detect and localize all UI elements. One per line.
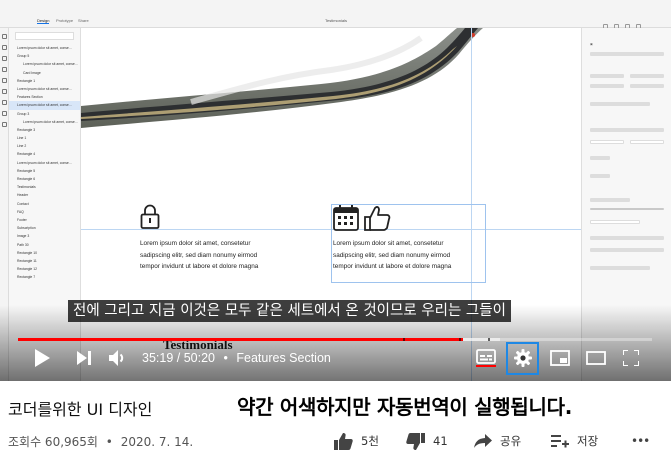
theater-icon (586, 351, 606, 365)
share-button[interactable]: 공유 (474, 430, 521, 452)
miniplayer-button[interactable] (546, 344, 574, 372)
feature-line: Lorem ipsum dolor sit amet, consetetur (140, 240, 251, 247)
fullscreen-button[interactable] (617, 344, 645, 372)
promo-overlay-text: 약간 어색하지만 자동번역이 실행됩니다. (237, 395, 572, 419)
volume-button[interactable] (104, 344, 132, 372)
thumbs-up-icon (334, 432, 353, 450)
layer-item[interactable]: Rectangle 11 (9, 257, 80, 265)
youtube-watch-page: Design Prototype Share Testimonials Lore… (0, 0, 671, 452)
layer-item[interactable]: Card Image (9, 69, 80, 77)
duration: 50:20 (183, 351, 215, 365)
video-meta: 조회수 60,965회 • 2020. 7. 14. (8, 433, 193, 450)
view-count: 조회수 60,965회 (8, 435, 98, 449)
chapter-marker (403, 338, 405, 341)
editor-toolbar-icons (597, 16, 657, 29)
theater-mode-button[interactable] (582, 344, 610, 372)
progress-bar[interactable] (18, 338, 652, 341)
play-icon (35, 349, 50, 367)
chapter-title[interactable]: Features Section (236, 351, 331, 365)
layer-item[interactable]: Rectangle 6 (9, 175, 80, 183)
chapter-marker (488, 338, 490, 341)
dislike-button[interactable]: 41 (406, 430, 448, 452)
chapter-marker (459, 338, 461, 341)
volume-icon (109, 350, 124, 366)
road-image (81, 28, 581, 128)
layer-item[interactable]: Path 30 (9, 241, 80, 249)
layer-item[interactable]: Header (9, 191, 80, 199)
feature-line: tempor invidunt ut labore et dolore magn… (140, 263, 259, 270)
layer-item[interactable]: Rectangle 12 (9, 265, 80, 273)
skip-next-icon (77, 351, 91, 365)
thumbs-down-icon (406, 432, 425, 450)
share-label: 공유 (500, 434, 522, 448)
tab-prototype: Prototype (56, 18, 74, 23)
caption-text: 전에 그리고 지금 이것은 모두 같은 세트에서 온 것이므로 우리는 그들이 (68, 300, 511, 322)
feature-line: sadipscing elitr, sed diam nonumy eirmod (140, 251, 258, 259)
tab-design: Design (37, 18, 50, 24)
played-bar (18, 338, 463, 341)
layer-item[interactable]: Lorem ipsum dolor sit amet, conse... (9, 44, 80, 52)
chapter-separator: • (223, 351, 228, 365)
fullscreen-icon (623, 350, 639, 366)
feature-line: sadipscing elitr, sed diam nonumy eirmod (333, 251, 451, 259)
video-player[interactable]: Design Prototype Share Testimonials Lore… (0, 0, 671, 381)
play-button[interactable] (28, 344, 56, 372)
document-title: Testimonials (325, 18, 348, 23)
layer-item[interactable]: Features Section (9, 93, 80, 101)
layer-item[interactable]: Image 3 (9, 232, 80, 240)
more-actions-button[interactable]: ••• (631, 430, 650, 452)
layer-item[interactable]: Testimonials (9, 183, 80, 191)
layer-item[interactable]: Group 3 (9, 110, 80, 118)
layer-item[interactable]: Rectangle 3 (9, 126, 80, 134)
feature-description: Lorem ipsum dolor sit amet, consetetur s… (333, 238, 451, 273)
layer-item[interactable]: Footer (9, 216, 80, 224)
miniplayer-icon (550, 350, 570, 366)
save-button[interactable]: 저장 (551, 430, 598, 452)
calendar-thumbs-up-icon (333, 205, 391, 231)
subtitles-button[interactable] (472, 344, 500, 372)
layer-item[interactable]: Rectangle 4 (9, 150, 80, 158)
meta-separator: • (105, 435, 113, 449)
layer-item[interactable]: Subscription (9, 224, 80, 232)
layer-item[interactable]: Contact (9, 200, 80, 208)
upload-date: 2020. 7. 14. (120, 435, 194, 449)
layer-item[interactable]: Rectangle 10 (9, 249, 80, 257)
dislike-count: 41 (433, 434, 448, 448)
prop-label: ▣ (590, 42, 594, 46)
closed-captions-icon (476, 349, 496, 367)
video-title: 코더를위한 UI 디자인 (8, 400, 153, 419)
more-icon: ••• (631, 434, 650, 448)
layer-item[interactable]: Lorem ipsum dolor sit amet, conse... (9, 60, 80, 68)
current-time: 35:19 (142, 351, 174, 365)
layer-item[interactable]: Rectangle 7 (9, 273, 80, 281)
layer-item[interactable]: FAQ (9, 208, 80, 216)
editor-top-bar: Design Prototype Share Testimonials (0, 0, 671, 29)
feature-line: Lorem ipsum dolor sit amet, consetetur (333, 240, 444, 247)
settings-button[interactable] (509, 344, 537, 372)
lock-icon (140, 204, 160, 229)
layer-item[interactable]: Group 5 (9, 52, 80, 60)
layer-item[interactable]: Rectangle 1 (9, 77, 80, 85)
feature-line: tempor invidunt ut labore et dolore magn… (333, 263, 452, 270)
layer-item[interactable]: Line 1 (9, 134, 80, 142)
like-button[interactable]: 5천 (334, 430, 379, 452)
feature-description: Lorem ipsum dolor sit amet, consetetur s… (140, 238, 258, 273)
next-button[interactable] (70, 344, 98, 372)
layer-item[interactable]: Lorem ipsum dolor sit amet, conse... (9, 159, 80, 167)
like-count: 5천 (361, 434, 379, 448)
layer-item[interactable]: Rectangle 5 (9, 167, 80, 175)
tab-share: Share (78, 18, 89, 23)
playlist-add-icon (551, 435, 569, 448)
share-icon (474, 434, 492, 448)
gear-icon (514, 349, 532, 367)
time-display: 35:19 / 50:20 • Features Section (142, 351, 331, 365)
layer-item[interactable]: Lorem ipsum dolor sit amet, conse... (9, 85, 80, 93)
layer-item[interactable]: Lorem ipsum dolor sit amet, conse... (9, 118, 80, 126)
save-label: 저장 (577, 434, 599, 448)
layer-item[interactable]: Line 2 (9, 142, 80, 150)
layer-item[interactable]: Lorem ipsum dolor sit amet, conse... (9, 101, 80, 110)
